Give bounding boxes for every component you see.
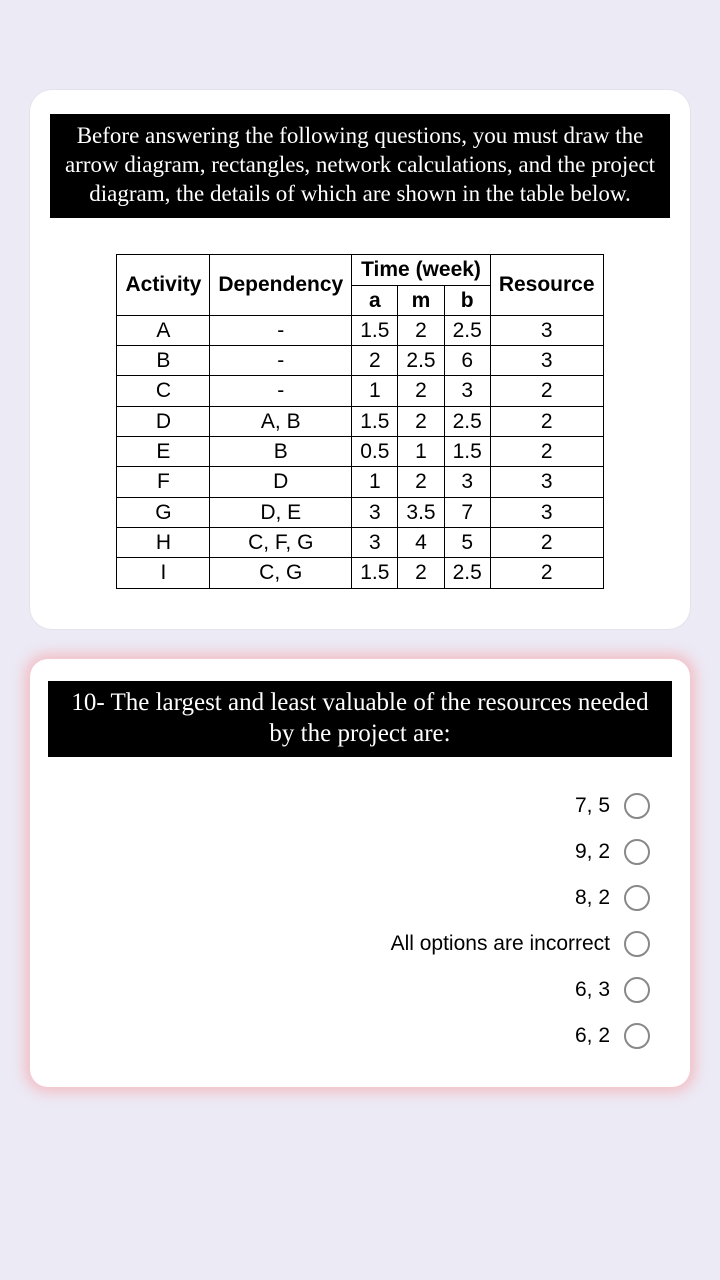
option-label: 8, 2 (575, 886, 610, 910)
option-row[interactable]: 6, 2 (48, 1013, 672, 1059)
problem-card: Before answering the following questions… (30, 90, 690, 629)
th-time-group: Time (week) (352, 255, 491, 285)
instruction-text: Before answering the following questions… (50, 114, 670, 218)
table-row: FD1233 (117, 467, 603, 497)
table-row: A-1.522.53 (117, 315, 603, 345)
radio-icon[interactable] (624, 793, 650, 819)
option-label: 9, 2 (575, 840, 610, 864)
table-body: A-1.522.53 B-22.563 C-1232 DA, B1.522.52… (117, 315, 603, 588)
th-dependency: Dependency (210, 255, 352, 316)
option-row[interactable]: 7, 5 (48, 783, 672, 829)
option-row[interactable]: All options are incorrect (48, 921, 672, 967)
th-b: b (444, 285, 490, 315)
radio-icon[interactable] (624, 977, 650, 1003)
table-row: C-1232 (117, 376, 603, 406)
th-activity: Activity (117, 255, 210, 316)
option-label: 6, 2 (575, 1024, 610, 1048)
option-row[interactable]: 9, 2 (48, 829, 672, 875)
option-label: 6, 3 (575, 978, 610, 1002)
th-m: m (398, 285, 444, 315)
table-row: B-22.563 (117, 346, 603, 376)
table-row: DA, B1.522.52 (117, 406, 603, 436)
radio-icon[interactable] (624, 885, 650, 911)
option-row[interactable]: 6, 3 (48, 967, 672, 1013)
table-row: GD, E33.573 (117, 497, 603, 527)
table-row: HC, F, G3452 (117, 527, 603, 557)
activity-table: Activity Dependency Time (week) Resource… (116, 254, 603, 588)
option-label: 7, 5 (575, 794, 610, 818)
radio-icon[interactable] (624, 931, 650, 957)
question-text: 10- The largest and least valuable of th… (48, 681, 672, 758)
table-row: EB0.511.52 (117, 437, 603, 467)
option-label: All options are incorrect (391, 932, 610, 956)
question-card: 10- The largest and least valuable of th… (30, 659, 690, 1088)
th-resource: Resource (490, 255, 603, 316)
th-a: a (352, 285, 398, 315)
radio-icon[interactable] (624, 1023, 650, 1049)
radio-icon[interactable] (624, 839, 650, 865)
table-row: IC, G1.522.52 (117, 558, 603, 588)
option-row[interactable]: 8, 2 (48, 875, 672, 921)
